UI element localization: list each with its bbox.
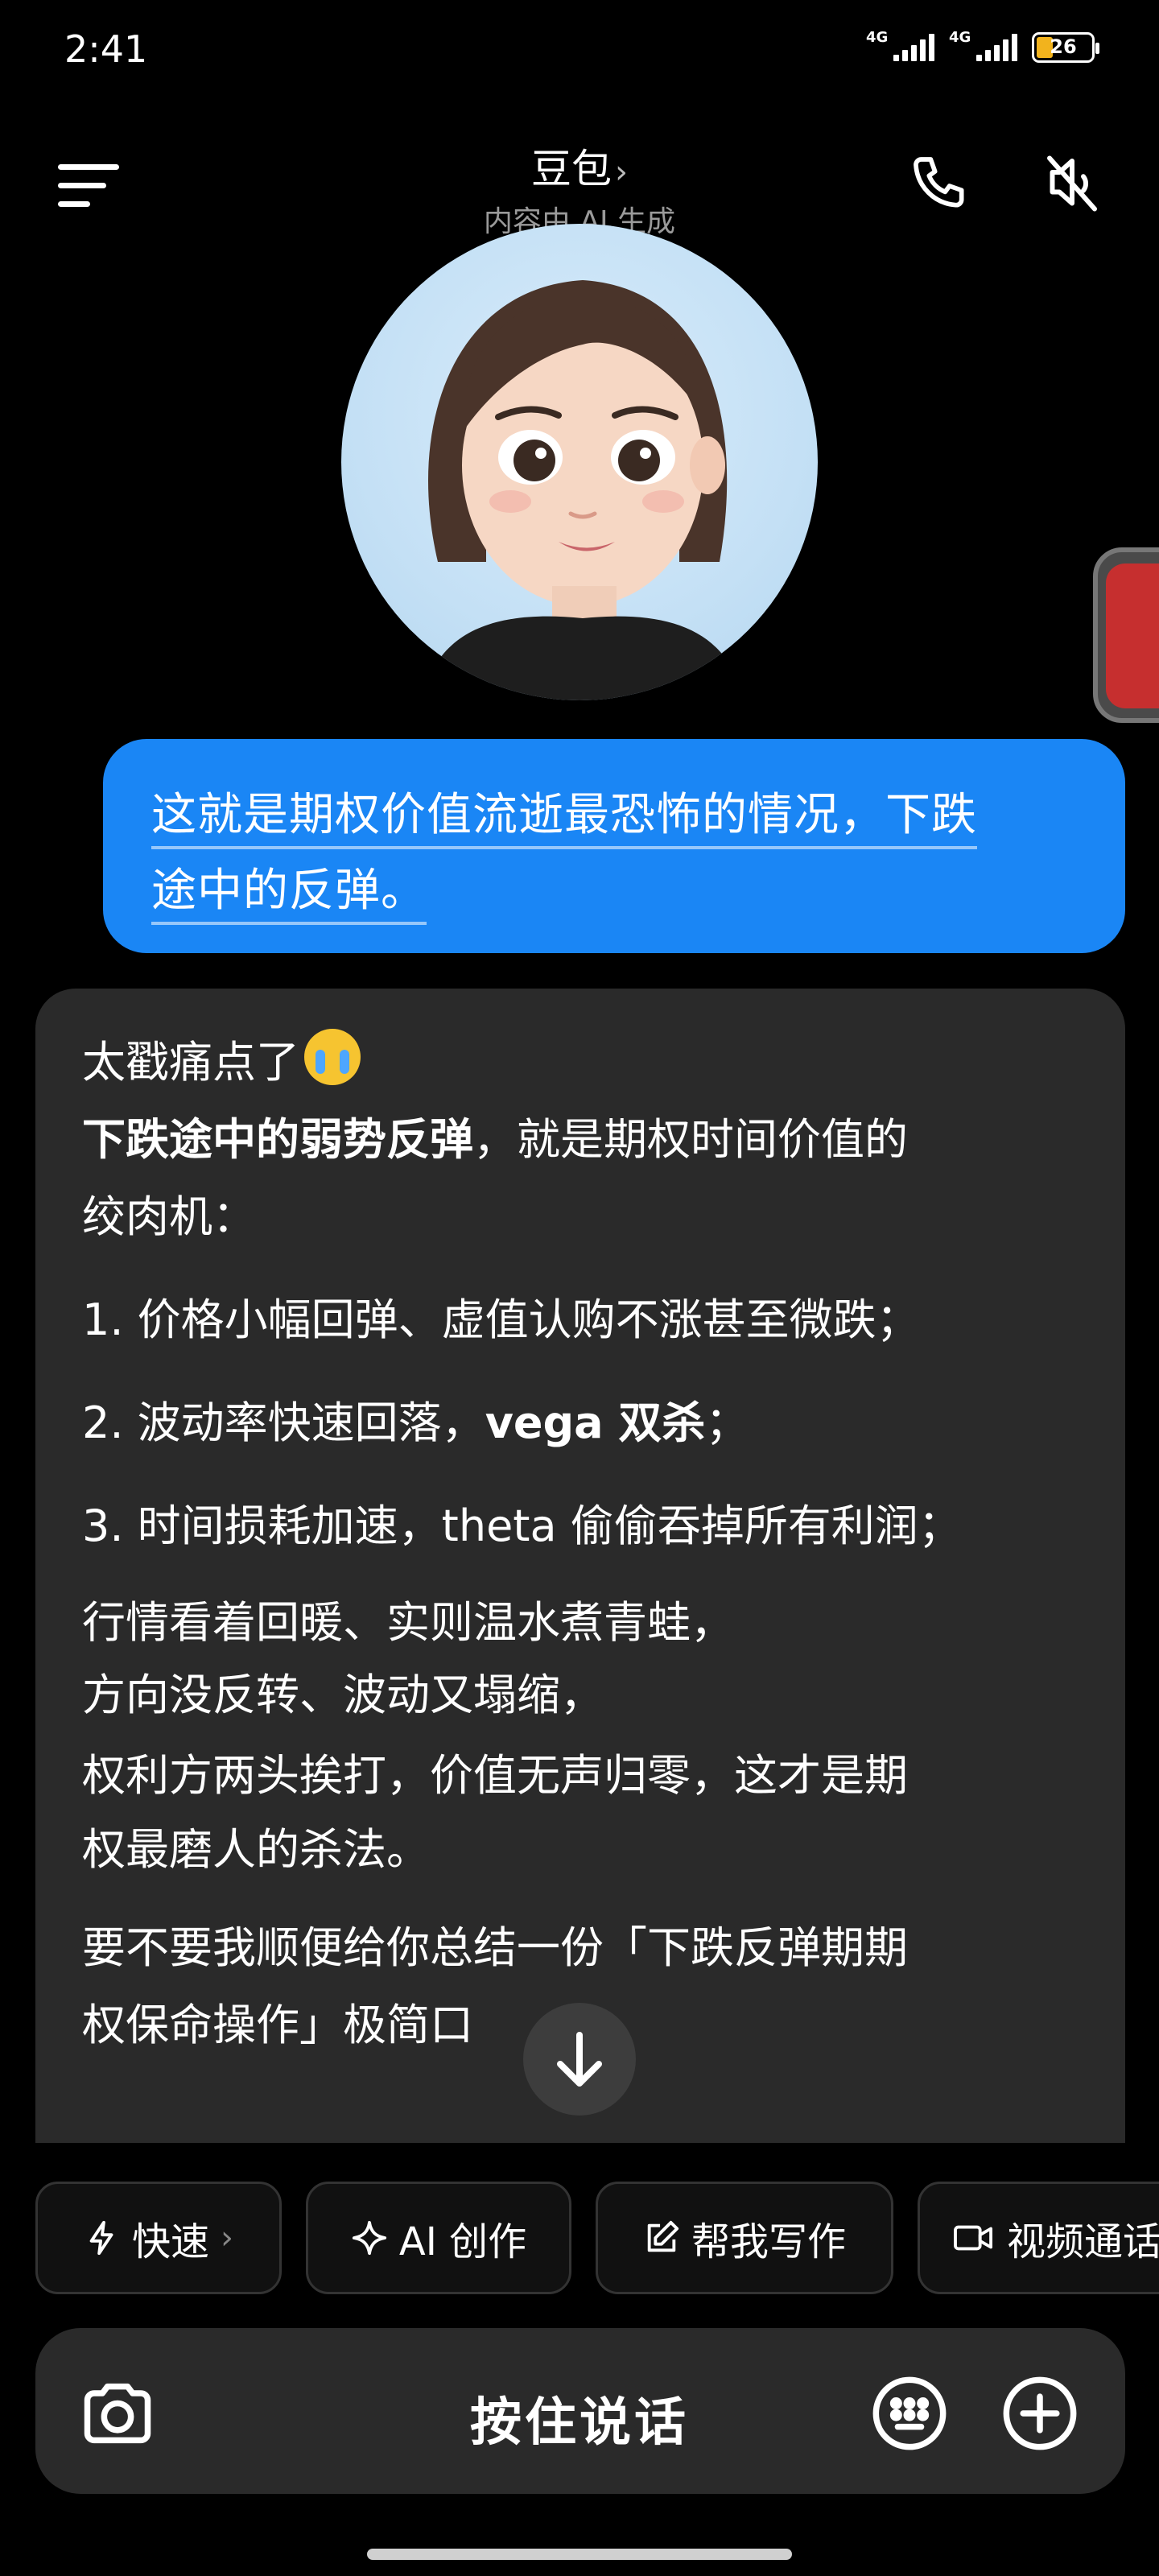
message-text: ； — [705, 1397, 749, 1448]
home-indicator[interactable] — [367, 2549, 792, 2560]
floating-widget[interactable] — [1093, 547, 1159, 723]
user-message-text: 这就是期权价值流逝最恐怖的情况，下跌 途中的反弹。 — [151, 778, 1077, 929]
message-line: 下跌途中的弱势反弹，就是期权时间价值的 — [82, 1101, 1077, 1179]
message-text: ，就是期权时间价值的 — [473, 1114, 908, 1165]
message-line: 权最磨人的杀法。 — [82, 1824, 430, 1875]
emoji-keyboard-icon[interactable] — [869, 2373, 950, 2454]
message-line: 权利方两头挨打，价值无声归零，这才是期 — [82, 1750, 908, 1801]
assistant-message-card[interactable]: 太戳痛点了 下跌途中的弱势反弹，就是期权时间价值的 绞肉机： 1. 价格小幅回弹… — [35, 989, 1125, 2143]
edit-icon — [647, 2220, 679, 2252]
message-line: 太戳痛点了 — [82, 1024, 1077, 1101]
message-line: 方向没反转、波动又塌缩， — [82, 1670, 604, 1720]
signal-icon: 4G — [866, 29, 934, 61]
chip-label: 视频通话 — [1007, 2219, 1159, 2264]
signal-icon-2: 4G — [949, 29, 1017, 61]
message-bold-text: vega 双杀 — [485, 1397, 706, 1448]
list-item: 3. 时间损耗加速，theta 偷偷吞掉所有利润； — [82, 1501, 962, 1551]
message-line: 行情看着回暖、实则温水煮青蛙， — [82, 1597, 734, 1648]
phone-icon[interactable] — [908, 151, 972, 216]
chip-video-call[interactable]: 视频通话 — [918, 2182, 1159, 2294]
message-text: 太戳痛点了 — [82, 1037, 299, 1088]
scroll-to-bottom-button[interactable] — [523, 2003, 636, 2116]
user-message-line: 这就是期权价值流逝最恐怖的情况，下跌 — [151, 789, 977, 849]
chip-ai-create[interactable]: AI 创作 — [306, 2182, 571, 2294]
assistant-avatar[interactable] — [341, 224, 818, 700]
chip-label: 帮我写作 — [691, 2219, 846, 2264]
user-message-bubble[interactable]: 这就是期权价值流逝最恐怖的情况，下跌 途中的反弹。 — [103, 739, 1125, 953]
plus-icon[interactable] — [1000, 2373, 1080, 2454]
user-message-line: 途中的反弹。 — [151, 865, 427, 925]
message-bold-text: 下跌途中的弱势反弹 — [82, 1114, 473, 1165]
chat-title: 豆包 › — [0, 137, 1159, 195]
status-icons: 4G 4G 26 — [866, 29, 1099, 63]
chip-label: 快速 — [131, 2219, 209, 2264]
crying-face-icon — [304, 1029, 361, 1085]
chip-label: AI 创作 — [398, 2219, 527, 2264]
network-type-label-2: 4G — [949, 29, 971, 46]
video-camera-icon — [954, 2225, 993, 2251]
chevron-right-icon: › — [221, 2219, 233, 2256]
battery-level: 26 — [1050, 35, 1077, 58]
battery-icon: 26 — [1032, 32, 1099, 63]
network-type-label: 4G — [866, 29, 889, 46]
chip-help-write[interactable]: 帮我写作 — [596, 2182, 893, 2294]
speaker-muted-icon[interactable] — [1038, 150, 1106, 217]
assistant-name[interactable]: 豆包 — [531, 146, 612, 192]
list-item: 1. 价格小幅回弹、虚值认购不涨甚至微跌； — [82, 1294, 920, 1345]
chevron-right-icon: › — [615, 154, 628, 191]
message-line: 要不要我顺便给你总结一份「下跌反弹期期 — [82, 1922, 908, 1973]
status-time: 2:41 — [64, 27, 148, 71]
message-line: 绞肉机： — [82, 1191, 256, 1242]
arrow-down-icon — [557, 2032, 602, 2087]
sparkle-icon — [352, 2220, 386, 2256]
hold-to-talk-button[interactable]: 按住说话 — [0, 2381, 1159, 2455]
message-text: 2. 波动率快速回落， — [82, 1397, 485, 1448]
list-item: 2. 波动率快速回落，vega 双杀； — [82, 1385, 1077, 1462]
avatar-illustration — [422, 280, 744, 700]
lightning-icon — [89, 2220, 113, 2256]
chip-quick-mode[interactable]: 快速 › — [35, 2182, 282, 2294]
